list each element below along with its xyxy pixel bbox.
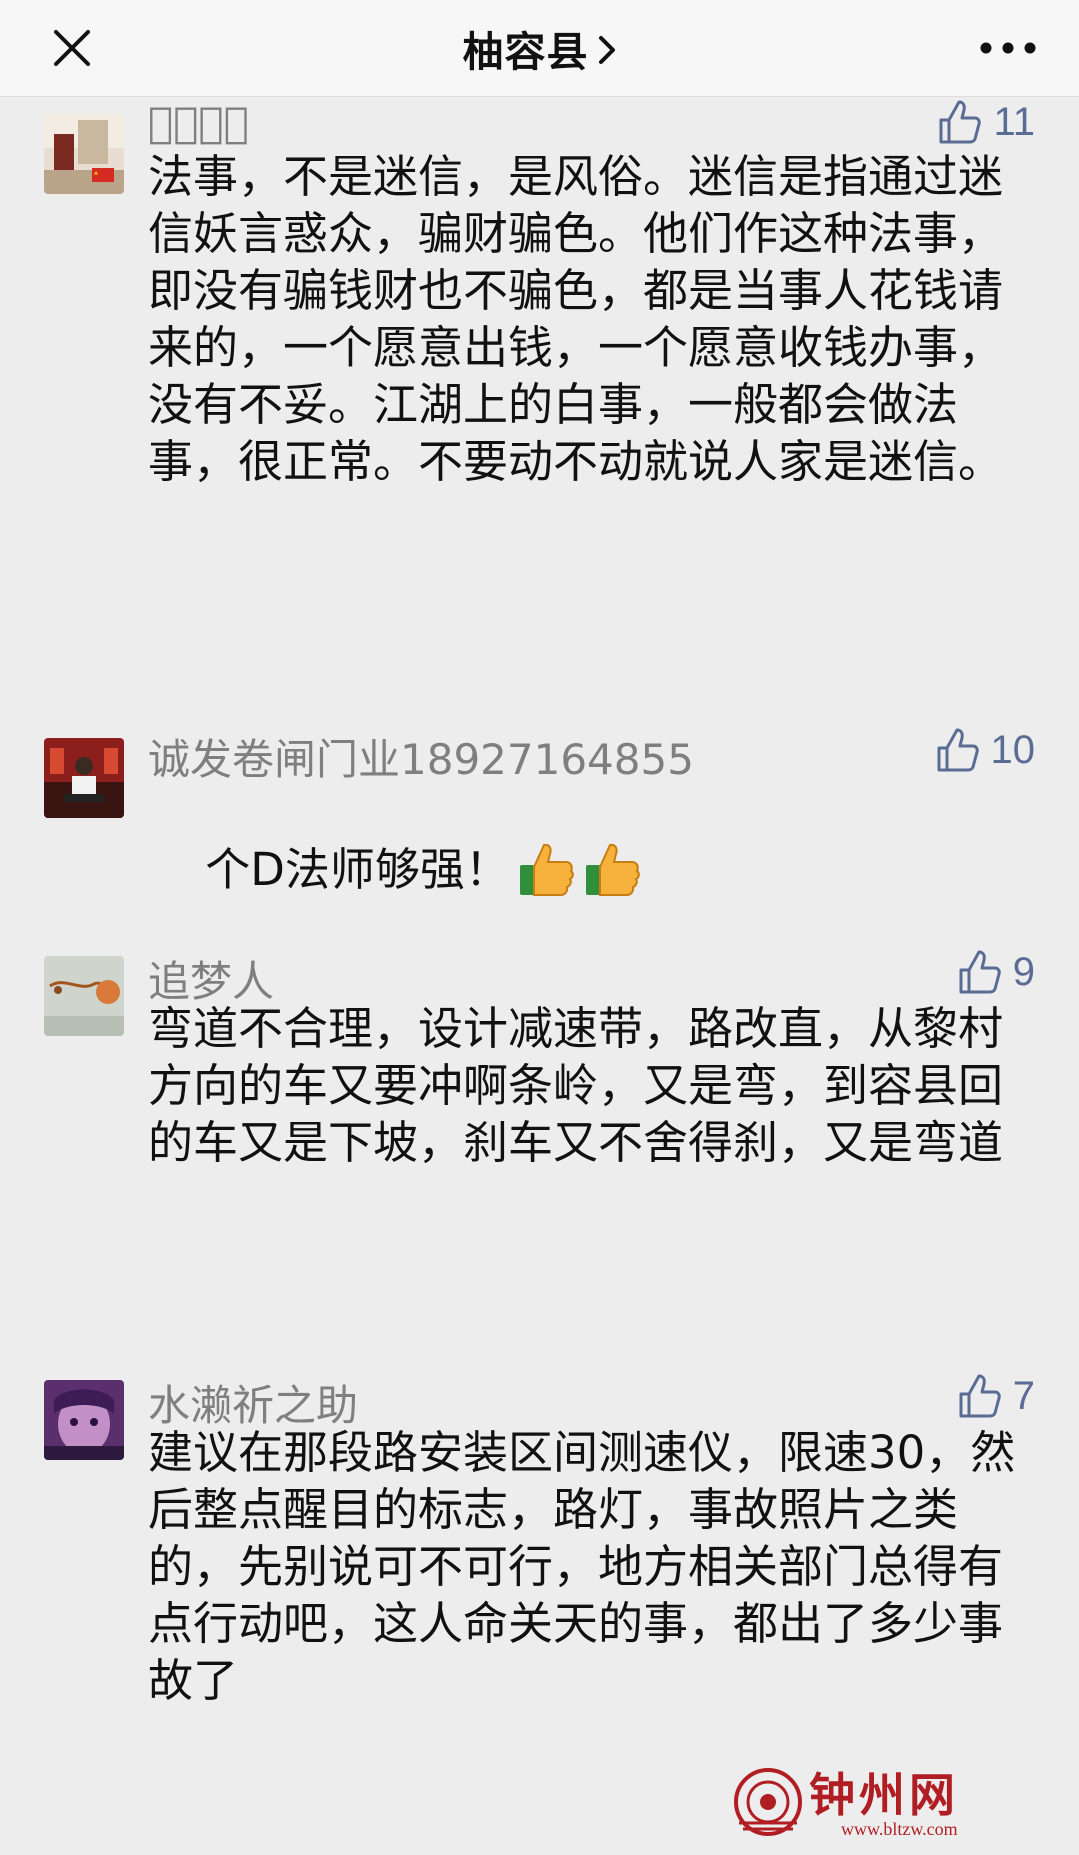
watermark: 钟州网 www.bltzw.com: [729, 1751, 1059, 1847]
like-button[interactable]: 7: [955, 1372, 1035, 1420]
comment-text: 法事，不是迷信，是风俗。迷信是指通过迷信妖言惑众，骗财骗色。他们作这种法事，即没…: [148, 150, 1004, 488]
thumbs-up-icon: [939, 100, 982, 144]
like-button[interactable]: 11: [935, 98, 1035, 146]
more-icon[interactable]: [973, 30, 1043, 66]
page-title[interactable]: 柚容县: [0, 18, 1079, 78]
avatar[interactable]: [44, 1380, 124, 1460]
thumbs-up-emoji-icon: [516, 839, 576, 912]
thumbs-up-icon: [959, 1374, 1001, 1418]
comment-nickname[interactable]: 时⃠间⃠: [148, 98, 249, 147]
like-count: 9: [1012, 949, 1035, 994]
watermark-url: www.bltzw.com: [841, 1819, 958, 1839]
like-button[interactable]: 10: [933, 726, 1036, 774]
chevron-right-icon: [597, 28, 617, 76]
page-title-text: 柚容县: [462, 28, 589, 76]
avatar[interactable]: [44, 738, 124, 818]
thumbs-up-icon: [937, 728, 979, 772]
thumbs-up-emoji-icon: [582, 839, 642, 912]
avatar[interactable]: [44, 956, 124, 1036]
avatar[interactable]: [44, 114, 124, 194]
like-count: 7: [1012, 1373, 1035, 1418]
like-count: 10: [990, 727, 1036, 772]
like-button[interactable]: 9: [955, 948, 1035, 996]
comment-text-row: 个D法师够强！: [148, 782, 1028, 969]
comment-nickname[interactable]: 诚发卷闸门业18927164855: [148, 726, 694, 787]
comment-text: 弯道不合理，设计减速带，路改直，从黎村方向的车又要冲啊条岭，又是弯，到容县回的车…: [148, 1002, 1004, 1169]
watermark-logo-icon: [733, 1767, 803, 1837]
thumbs-up-icon: [959, 950, 1001, 994]
watermark-name: 钟州网: [809, 1768, 959, 1822]
nav-bar: 柚容县: [0, 0, 1079, 97]
comment-text: 建议在那段路安装区间测速仪，限速30，然后整点醒目的标志，路灯，事故照片之类的，…: [148, 1426, 1016, 1707]
like-count: 11: [993, 99, 1035, 144]
comment-text: 个D法师够强！: [205, 843, 510, 896]
